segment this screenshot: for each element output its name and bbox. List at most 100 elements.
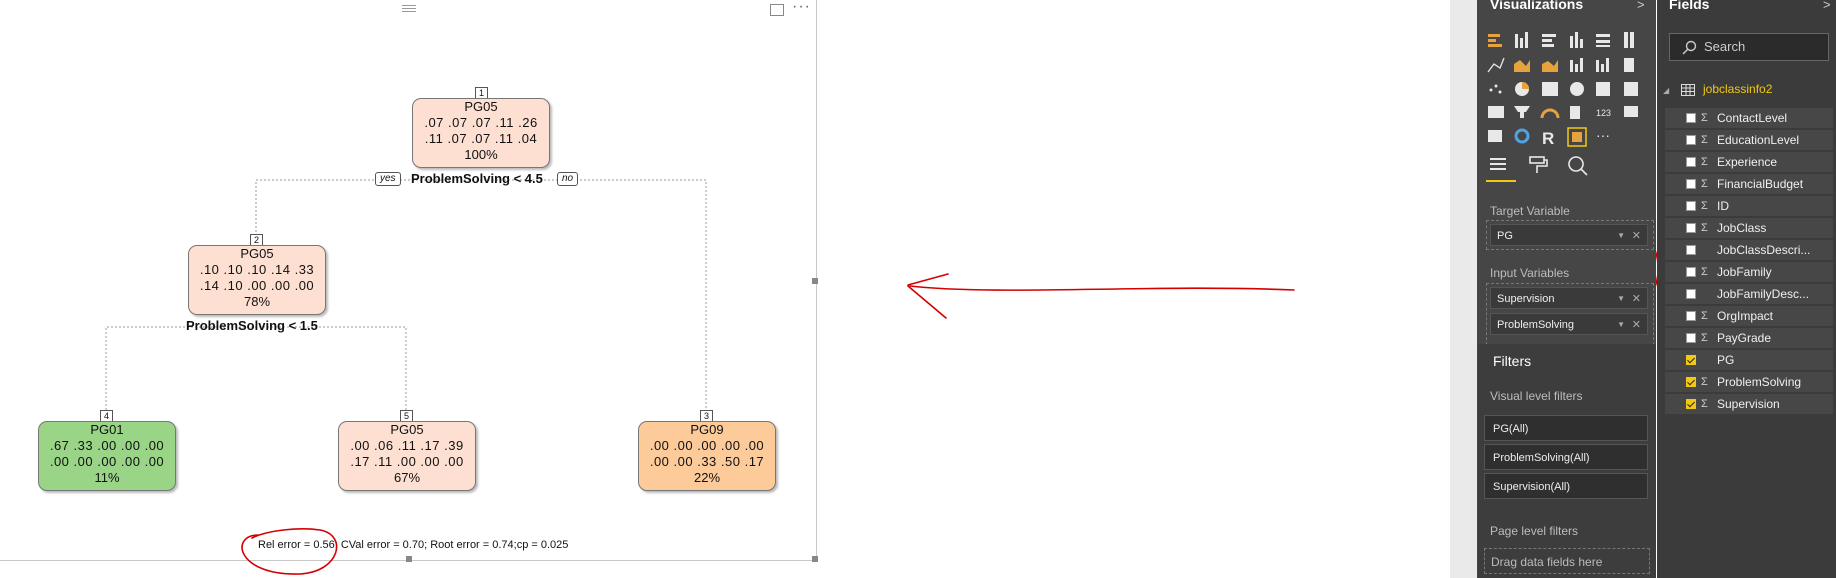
page-level-filters-label: Page level filters [1490,524,1579,538]
node-probs-row2: .11 .07 .07 .11 .04 [424,131,538,146]
field-item[interactable]: Σ ID [1665,196,1833,217]
input-field-pill[interactable]: ProblemSolving ▼ ✕ [1490,313,1648,335]
field-item[interactable]: Σ Supervision [1665,394,1833,415]
field-item[interactable]: Σ JobClass [1665,218,1833,239]
field-item[interactable]: Σ ContactLevel [1665,108,1833,129]
remove-icon[interactable]: ✕ [1632,288,1641,310]
target-field-pill[interactable]: PG ▼ ✕ [1490,224,1648,246]
sigma-icon: Σ [1701,200,1708,212]
field-checkbox[interactable] [1686,245,1696,255]
collapse-chevron-icon[interactable]: > [1823,0,1831,12]
node-class: PG05 [240,246,274,261]
field-checkbox[interactable] [1686,267,1696,277]
sigma-icon: Σ [1701,178,1708,190]
node-percent: 100% [464,147,498,162]
node-class: PG01 [90,422,124,437]
resize-handle[interactable] [812,556,818,562]
node-probs-row2: .00 .00 .00 .00 .00 [49,454,165,469]
node-percent: 11% [94,470,120,485]
resize-handle[interactable] [406,556,412,562]
sigma-icon: Σ [1701,156,1708,168]
field-item[interactable]: JobClassDescri... [1665,240,1833,261]
field-checkbox[interactable] [1686,355,1696,365]
resize-handle[interactable] [812,278,818,284]
decision-tree-visual[interactable]: ··· 1 PG05 .07 .07 .07 .11 .26 .11 .07 .… [0,0,818,562]
pane-tabs [1486,154,1652,184]
filter-problemsolving[interactable]: ProblemSolving(All) [1484,444,1648,470]
filter-pg[interactable]: PG(All) [1484,415,1648,441]
chevron-down-icon[interactable]: ▼ [1617,225,1625,247]
node-class: PG09 [690,422,724,437]
field-checkbox[interactable] [1686,289,1696,299]
remove-icon[interactable]: ✕ [1632,314,1641,336]
sigma-icon: Σ [1701,112,1708,124]
input-field-name: Supervision [1497,293,1555,305]
search-icon [1682,40,1697,55]
tree-node-root: PG05 .07 .07 .07 .11 .26 .11 .07 .07 .11… [412,98,550,168]
table-name: jobclassinfo2 [1703,82,1773,96]
field-name: PG [1717,353,1735,367]
field-item[interactable]: Σ FinancialBudget [1665,174,1833,195]
target-variable-label: Target Variable [1490,204,1570,218]
node-probs-row1: .00 .00 .00 .00 .00 [649,438,765,453]
tab-analytics[interactable] [1566,154,1596,180]
sigma-icon: Σ [1701,266,1708,278]
svg-text:R: R [1542,129,1554,148]
field-item[interactable]: PG [1665,350,1833,371]
tab-fields-wells[interactable] [1486,154,1516,182]
tree-node-2: PG05 .10 .10 .10 .14 .33 .14 .10 .00 .00… [188,245,326,315]
field-name: JobFamilyDesc... [1717,287,1810,301]
field-checkbox[interactable] [1686,113,1696,123]
filter-supervision[interactable]: Supervision(All) [1484,473,1648,499]
sigma-icon: Σ [1701,376,1708,388]
node-probs-row1: .67 .33 .00 .00 .00 [49,438,165,453]
remove-icon[interactable]: ✕ [1632,225,1641,247]
field-name: ContactLevel [1717,111,1788,125]
field-checkbox[interactable] [1686,135,1696,145]
analytics-icon [1568,156,1588,176]
field-checkbox[interactable] [1686,223,1696,233]
expand-triangle-icon[interactable]: ◢ [1663,86,1669,95]
page-filter-drop-zone[interactable]: Drag data fields here [1484,548,1650,574]
field-item[interactable]: JobFamilyDesc... [1665,284,1833,305]
field-item[interactable]: Σ PayGrade [1665,328,1833,349]
field-checkbox[interactable] [1686,179,1696,189]
chevron-down-icon[interactable]: ▼ [1617,288,1625,310]
node-probs-row1: .10 .10 .10 .14 .33 [199,262,315,277]
field-checkbox[interactable] [1686,333,1696,343]
search-input[interactable]: Search [1669,33,1829,61]
collapse-chevron-icon[interactable]: > [1637,0,1645,12]
field-name: ID [1717,199,1729,213]
tab-format[interactable] [1526,154,1556,180]
field-name: Supervision [1717,397,1780,411]
svg-text:···: ··· [1596,127,1610,143]
field-item[interactable]: Σ OrgImpact [1665,306,1833,327]
tree-error-summary: Rel error = 0.56; CVal error = 0.70; Roo… [258,539,569,551]
field-item[interactable]: Σ JobFamily [1665,262,1833,283]
field-item[interactable]: Σ EducationLevel [1665,130,1833,151]
field-checkbox[interactable] [1686,201,1696,211]
field-item[interactable]: Σ ProblemSolving [1665,372,1833,393]
report-canvas: ··· 1 PG05 .07 .07 .07 .11 .26 .11 .07 .… [0,0,1450,578]
table-icon [1681,84,1695,96]
node-probs-row2: .14 .10 .00 .00 .00 [199,278,315,293]
search-placeholder: Search [1704,39,1746,54]
target-field-name: PG [1497,230,1513,242]
node-probs-row1: .00 .06 .11 .17 .39 [350,438,464,453]
field-name: EducationLevel [1717,133,1800,147]
visual-type-icons[interactable]: 123 R ··· [1486,30,1651,150]
tree-leaf-3: PG09 .00 .00 .00 .00 .00 .00 .00 .33 .50… [638,421,776,491]
field-checkbox[interactable] [1686,377,1696,387]
filters-title: Filters [1493,353,1532,369]
fields-pane: Fields > Search ◢ jobclassinfo2 Σ Contact… [1657,0,1836,578]
chevron-down-icon[interactable]: ▼ [1617,314,1625,336]
paint-roller-icon [1529,156,1548,173]
field-checkbox[interactable] [1686,157,1696,167]
input-field-pill[interactable]: Supervision ▼ ✕ [1490,287,1648,309]
no-label: no [557,172,579,186]
node-percent: 67% [393,470,421,485]
field-checkbox[interactable] [1686,311,1696,321]
field-item[interactable]: Σ Experience [1665,152,1833,173]
visual-level-filters-label: Visual level filters [1490,389,1583,403]
field-checkbox[interactable] [1686,399,1696,409]
